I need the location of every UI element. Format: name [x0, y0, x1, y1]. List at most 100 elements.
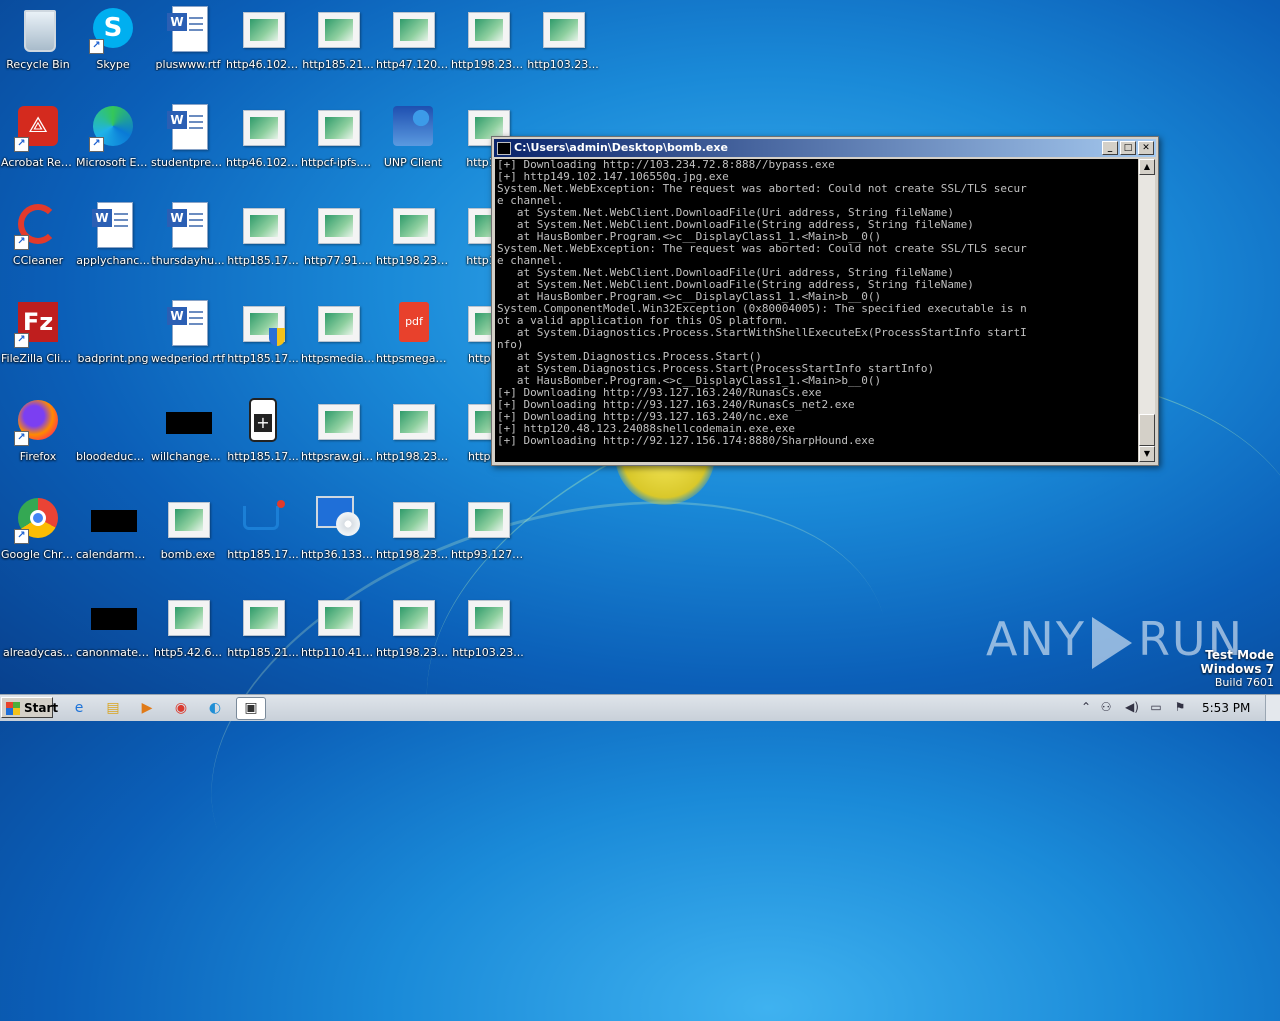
- console-output[interactable]: [+] Downloading http://103.234.72.8:888/…: [495, 159, 1138, 462]
- html-file-icon: [164, 496, 212, 544]
- desktop-icon[interactable]: Wwedperiod.rtf: [150, 294, 226, 384]
- show-desktop-button[interactable]: [1265, 695, 1280, 721]
- word-document-icon: W: [164, 104, 212, 152]
- console-scrollbar[interactable]: ▲ ▼: [1139, 159, 1155, 462]
- desktop-icon[interactable]: http77.91....: [300, 196, 376, 286]
- action-center-flag-icon[interactable]: ⚑: [1172, 699, 1188, 715]
- desktop-icon-label: http185.17...: [227, 352, 299, 365]
- desktop-icon[interactable]: pdf httpsmegab...: [375, 294, 451, 384]
- edge-icon[interactable]: ◐: [204, 698, 226, 718]
- desktop-icon[interactable]: http110.41....: [300, 588, 376, 678]
- desktop-icon[interactable]: Recycle Bin: [0, 0, 76, 90]
- desktop-icon[interactable]: calendarmet...: [75, 490, 151, 580]
- desktop-icon[interactable]: http185.17...: [225, 294, 301, 384]
- maximize-button[interactable]: □: [1120, 141, 1136, 155]
- desktop-icon[interactable]: ⟁↗ Acrobat Reader DC: [0, 98, 76, 188]
- desktop-icon[interactable]: Wstudentpres...: [150, 98, 226, 188]
- shortcut-arrow-icon: ↗: [89, 39, 104, 54]
- desktop-icon[interactable]: http185.17...: [225, 196, 301, 286]
- console-window[interactable]: C:\Users\admin\Desktop\bomb.exe _ □ ✕ [+…: [491, 136, 1159, 466]
- desktop-icon[interactable]: Wapplychanc...: [75, 196, 151, 286]
- pdf-icon: pdf: [389, 300, 437, 348]
- clock[interactable]: 5:53 PM: [1202, 701, 1250, 715]
- desktop-icon[interactable]: http185.21...: [300, 0, 376, 90]
- desktop-icon[interactable]: Fz ↗ FileZilla Client: [0, 294, 76, 384]
- desktop-icon[interactable]: http198.23....: [375, 588, 451, 678]
- desktop-icon[interactable]: httpsraw.git...: [300, 392, 376, 482]
- start-button[interactable]: Start: [1, 697, 58, 718]
- media-player-icon[interactable]: ▶: [136, 698, 158, 718]
- volume-icon[interactable]: ◀): [1124, 699, 1140, 715]
- desktop-icon[interactable]: http103.23...: [450, 588, 526, 678]
- console-taskbar-button[interactable]: ▣: [236, 697, 266, 720]
- desktop-icon[interactable]: Wthursdayhu...: [150, 196, 226, 286]
- desktop-icon[interactable]: http198.23....: [375, 490, 451, 580]
- desktop-icon-label: http93.127....: [451, 548, 526, 561]
- desktop-icon[interactable]: ↗ CCleaner: [0, 196, 76, 286]
- desktop-icon[interactable]: http185.17...: [225, 490, 301, 580]
- image-thumbnail-icon: [89, 594, 137, 642]
- network-client-icon: [389, 104, 437, 152]
- network-icon[interactable]: ⚇: [1098, 699, 1114, 715]
- display-icon[interactable]: ▭: [1148, 699, 1164, 715]
- desktop-icon[interactable]: http93.127....: [450, 490, 526, 580]
- html-file-icon: [539, 6, 587, 54]
- ccleaner-icon: ↗: [14, 202, 62, 250]
- console-icon[interactable]: [497, 142, 511, 155]
- desktop-icon[interactable]: S ↗ Skype: [75, 0, 151, 90]
- html-file-icon: [164, 594, 212, 642]
- desktop-icon[interactable]: willchanges...: [150, 392, 226, 482]
- desktop-icon[interactable]: http5.42.6...: [150, 588, 226, 678]
- file-explorer-icon[interactable]: ▤: [102, 698, 124, 718]
- desktop-icon[interactable]: http47.120....: [375, 0, 451, 90]
- scroll-down-arrow-icon[interactable]: ▼: [1139, 446, 1155, 462]
- desktop-icon-label: CCleaner: [12, 254, 64, 267]
- acrobat-icon: ⟁ ↗: [14, 104, 62, 152]
- desktop-icon[interactable]: http46.102....: [225, 0, 301, 90]
- console-titlebar[interactable]: C:\Users\admin\Desktop\bomb.exe _ □ ✕: [494, 139, 1156, 157]
- desktop-icon[interactable]: + http185.17...: [225, 392, 301, 482]
- show-hidden-icons-chevron-icon[interactable]: ⌃: [1078, 699, 1094, 715]
- html-file-icon: [464, 6, 512, 54]
- desktop-icon[interactable]: ↗ Google Chrome: [0, 490, 76, 580]
- desktop-icon[interactable]: http185.21...: [225, 588, 301, 678]
- desktop-icon[interactable]: Wpluswww.rtf: [150, 0, 226, 90]
- desktop-icon[interactable]: ↗ Firefox: [0, 392, 76, 482]
- scroll-up-arrow-icon[interactable]: ▲: [1139, 159, 1155, 175]
- desktop-icon[interactable]: httpsmediafi...: [300, 294, 376, 384]
- desktop-icon[interactable]: alreadycas...: [0, 588, 76, 678]
- desktop-icon[interactable]: http198.23....: [375, 196, 451, 286]
- system-tray: ⌃ ⚇ ◀) ▭ ⚑ 5:53 PM: [1074, 695, 1280, 721]
- desktop-icon[interactable]: ↗ Microsoft Edge: [75, 98, 151, 188]
- html-file-icon: [464, 496, 512, 544]
- html-file-icon: [389, 202, 437, 250]
- test-mode-notice: Test Mode Windows 7 Build 7601: [1201, 648, 1274, 690]
- desktop-icon-label: httpcf-ipfs.c...: [301, 156, 376, 169]
- minimize-button[interactable]: _: [1102, 141, 1118, 155]
- desktop-icon[interactable]: badprint.png: [75, 294, 151, 384]
- test-mode-label: Test Mode: [1205, 648, 1274, 662]
- desktop-icon[interactable]: http103.23...: [525, 0, 601, 90]
- console-line: System.Net.WebException: The request was…: [497, 242, 1027, 255]
- desktop-icon[interactable]: bloodeduca...: [75, 392, 151, 482]
- shortcut-arrow-icon: ↗: [14, 235, 29, 250]
- desktop-icon-label: thursdayhu...: [151, 254, 225, 267]
- chrome-icon: ↗: [14, 496, 62, 544]
- monitor-disc-icon: [314, 496, 362, 544]
- internet-explorer-icon[interactable]: e: [68, 698, 90, 718]
- desktop-icon-label: badprint.png: [77, 352, 149, 365]
- desktop-icon[interactable]: bomb.exe: [150, 490, 226, 580]
- desktop-icon[interactable]: http36.133....: [300, 490, 376, 580]
- desktop-icon-label: http185.17...: [227, 548, 299, 561]
- desktop-icon-label: http185.17...: [227, 254, 299, 267]
- desktop-icon[interactable]: http198.23....: [450, 0, 526, 90]
- desktop-icon[interactable]: httpcf-ipfs.c...: [300, 98, 376, 188]
- scroll-thumb[interactable]: [1139, 414, 1155, 446]
- chrome-icon[interactable]: ◉: [170, 698, 192, 718]
- desktop-icon[interactable]: http198.23....: [375, 392, 451, 482]
- desktop-icon-label: http46.102....: [226, 156, 301, 169]
- desktop-icon[interactable]: http46.102....: [225, 98, 301, 188]
- desktop-icon[interactable]: UNP Client: [375, 98, 451, 188]
- desktop-icon[interactable]: canonmater...: [75, 588, 151, 678]
- close-button[interactable]: ✕: [1138, 141, 1154, 155]
